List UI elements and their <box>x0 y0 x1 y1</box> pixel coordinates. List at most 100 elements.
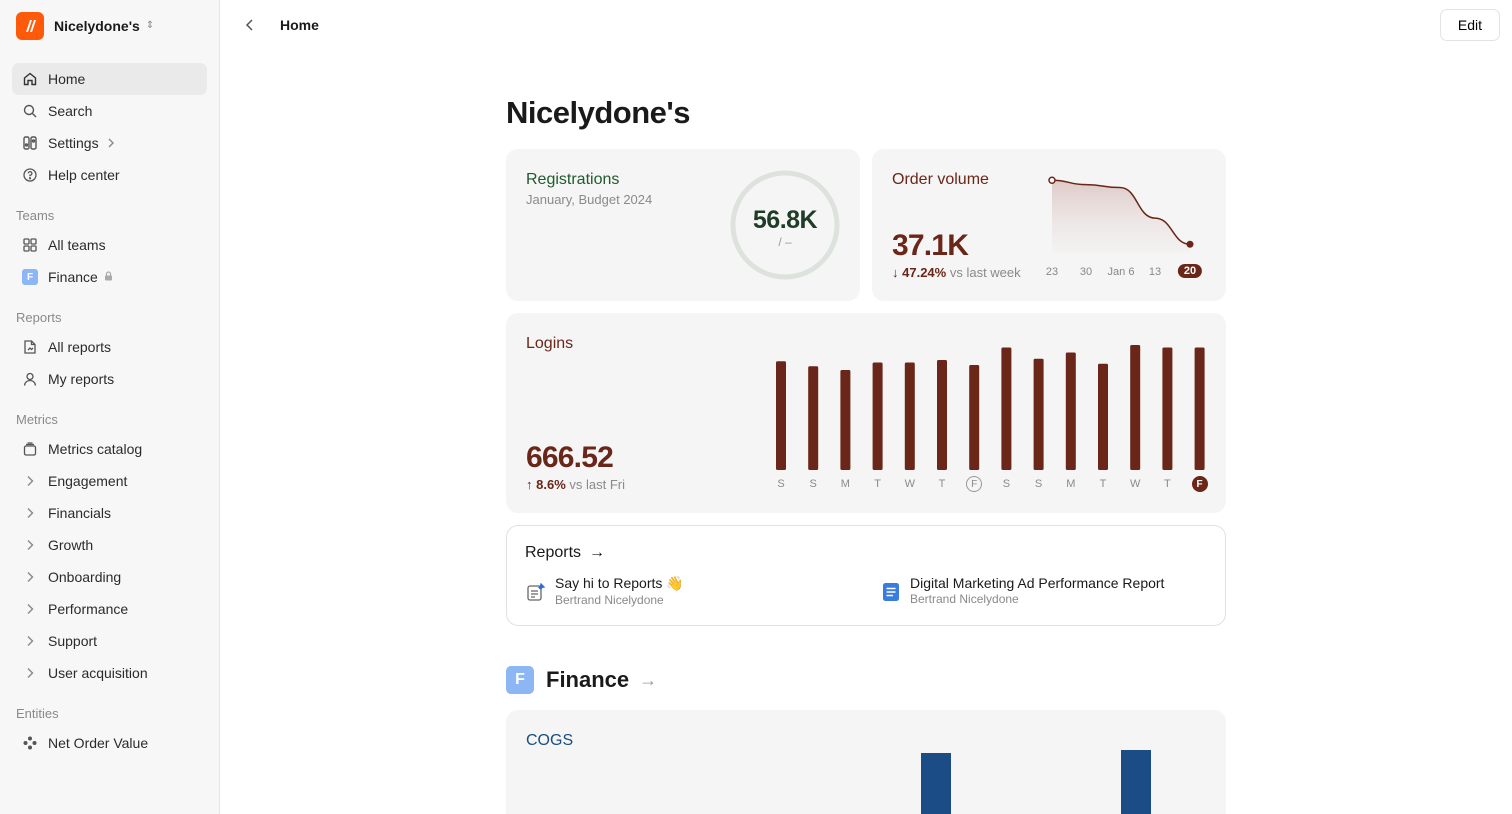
nav-help-center[interactable]: Help center <box>12 159 207 191</box>
logins-bar <box>1098 363 1108 470</box>
nav-all-reports-label: All reports <box>48 339 112 355</box>
nav-metric-group-financials[interactable]: Financials <box>12 497 207 529</box>
cogs-bar <box>1121 750 1151 814</box>
nav-search[interactable]: Search <box>12 95 207 127</box>
finance-team-badge: F <box>506 666 534 694</box>
logins-day-label[interactable]: F <box>1191 476 1208 492</box>
grid-icon <box>22 237 38 253</box>
logins-delta: ↑ 8.6% vs last Fri <box>526 477 625 492</box>
cogs-bar-chart <box>921 750 1151 814</box>
document-icon <box>880 581 902 603</box>
logins-day-label: T <box>1099 478 1107 490</box>
logins-bar <box>776 361 786 470</box>
order-volume-delta-pct: 47.24% <box>902 265 947 280</box>
section-metrics: Metrics <box>16 412 58 427</box>
reports-link[interactable]: Reports → <box>525 544 1207 562</box>
logins-day-label: S <box>777 478 785 490</box>
order-volume-delta-text: vs last week <box>949 265 1021 280</box>
cogs-card[interactable]: COGS <box>506 710 1226 814</box>
nav-entity-label: Net Order Value <box>48 735 149 751</box>
registrations-card[interactable]: Registrations January, Budget 2024 56.8K… <box>506 149 860 301</box>
nav-finance-label: Finance <box>48 269 98 285</box>
nav-team-finance[interactable]: F Finance <box>12 261 207 293</box>
report-pinned-icon <box>525 581 547 603</box>
logins-delta-text: vs last Fri <box>569 477 626 492</box>
logins-bar <box>1001 347 1012 470</box>
workspace-name: Nicelydone's <box>54 18 140 34</box>
logins-bar <box>1130 345 1141 470</box>
logins-bar <box>872 362 883 470</box>
report-author: Bertrand Nicelydone <box>555 593 664 607</box>
nav-my-reports[interactable]: My reports <box>12 363 207 395</box>
chevron-right-icon <box>22 601 38 617</box>
order-volume-chart <box>1048 176 1194 253</box>
finance-section-title: Finance <box>546 667 630 692</box>
nav-entity-net-order-value[interactable]: Net Order Value <box>12 727 207 759</box>
workspace-logo-icon <box>16 12 44 40</box>
logins-day-label: T <box>938 478 946 490</box>
order-volume-x-axis: 23 30 Jan 6 13 20 <box>1038 263 1210 283</box>
logins-card[interactable]: Logins 666.52 ↑ 8.6% vs last Fri SSMTWTF… <box>506 313 1226 513</box>
nav-my-reports-label: My reports <box>48 371 115 387</box>
nav-metric-group-performance[interactable]: Performance <box>12 593 207 625</box>
nav-help-label: Help center <box>48 167 120 183</box>
arrow-right-icon: → <box>639 669 658 690</box>
nav-all-teams[interactable]: All teams <box>12 229 207 261</box>
logins-day-label: W <box>1129 478 1141 490</box>
nav-metric-group-growth[interactable]: Growth <box>12 529 207 561</box>
metric-group-label: User acquisition <box>48 665 148 681</box>
metric-group-label: Engagement <box>48 473 128 489</box>
logins-bar <box>1065 352 1076 470</box>
edit-button[interactable]: Edit <box>1439 9 1500 41</box>
logins-day-label: M <box>1066 478 1076 490</box>
report-icon <box>22 339 38 355</box>
logins-day-label: T <box>874 478 881 490</box>
nav-all-reports[interactable]: All reports <box>12 331 207 363</box>
finance-section-link[interactable]: F Finance → <box>506 666 657 694</box>
reports-card: Reports → Say hi to Reports 👋 Bertrand N… <box>506 525 1226 626</box>
logins-bar <box>937 360 947 470</box>
breadcrumb: Home <box>280 17 319 33</box>
order-volume-delta: ↓ 47.24% vs last week <box>892 265 1021 280</box>
logins-bar <box>969 365 980 470</box>
back-arrow-icon[interactable] <box>242 17 258 33</box>
nav-settings-label: Settings <box>48 135 99 151</box>
chevron-right-icon <box>22 665 38 681</box>
arrow-right-icon: → <box>589 544 606 561</box>
nav-metric-group-support[interactable]: Support <box>12 625 207 657</box>
order-volume-card[interactable]: Order volume 37.1K ↓ 47.24% vs last week… <box>872 149 1226 301</box>
metric-group-label: Growth <box>48 537 94 553</box>
nav-metric-group-onboarding[interactable]: Onboarding <box>12 561 207 593</box>
logins-value: 666.52 <box>526 441 614 474</box>
section-entities: Entities <box>16 706 59 721</box>
order-volume-tick-label: 23 <box>1045 266 1059 278</box>
cogs-bar <box>921 753 951 814</box>
logins-bar <box>1194 347 1205 470</box>
topbar: Home <box>220 0 1512 50</box>
report-item[interactable]: Say hi to Reports 👋 Bertrand Nicelydone <box>525 575 684 607</box>
chevron-right-icon <box>22 537 38 553</box>
workspace-switcher[interactable]: Nicelydone's ⇕ <box>12 10 207 42</box>
arrow-up-icon: ↑ <box>526 477 533 492</box>
section-reports: Reports <box>16 310 62 325</box>
dashboard: Nicelydone's Registrations January, Budg… <box>506 95 1226 814</box>
nav-settings[interactable]: Settings <box>12 127 207 159</box>
nav-metrics-catalog[interactable]: Metrics catalog <box>12 433 207 465</box>
report-item[interactable]: Digital Marketing Ad Performance Report … <box>880 575 1164 606</box>
logins-bar-chart <box>776 345 1205 470</box>
logins-day-label: T <box>1164 478 1171 490</box>
nav-metric-group-user-acquisition[interactable]: User acquisition <box>12 657 207 689</box>
logins-day-label: S <box>1034 478 1043 490</box>
cogs-title: COGS <box>526 732 574 749</box>
nav-home[interactable]: Home <box>12 63 207 95</box>
nav-metric-group-engagement[interactable]: Engagement <box>12 465 207 497</box>
order-volume-tick-label[interactable]: 20 <box>1177 264 1203 278</box>
chevron-right-icon <box>22 505 38 521</box>
metric-group-label: Financials <box>48 505 112 521</box>
chevron-right-icon <box>22 473 38 489</box>
home-icon <box>22 71 38 87</box>
main-content: Home Edit Nicelydone's Registrations Jan… <box>220 0 1512 814</box>
sidebar: Nicelydone's ⇕ Home Search Settings Help… <box>0 0 220 814</box>
chevron-updown-icon: ⇕ <box>145 20 155 31</box>
logins-day-label: F <box>966 476 983 492</box>
